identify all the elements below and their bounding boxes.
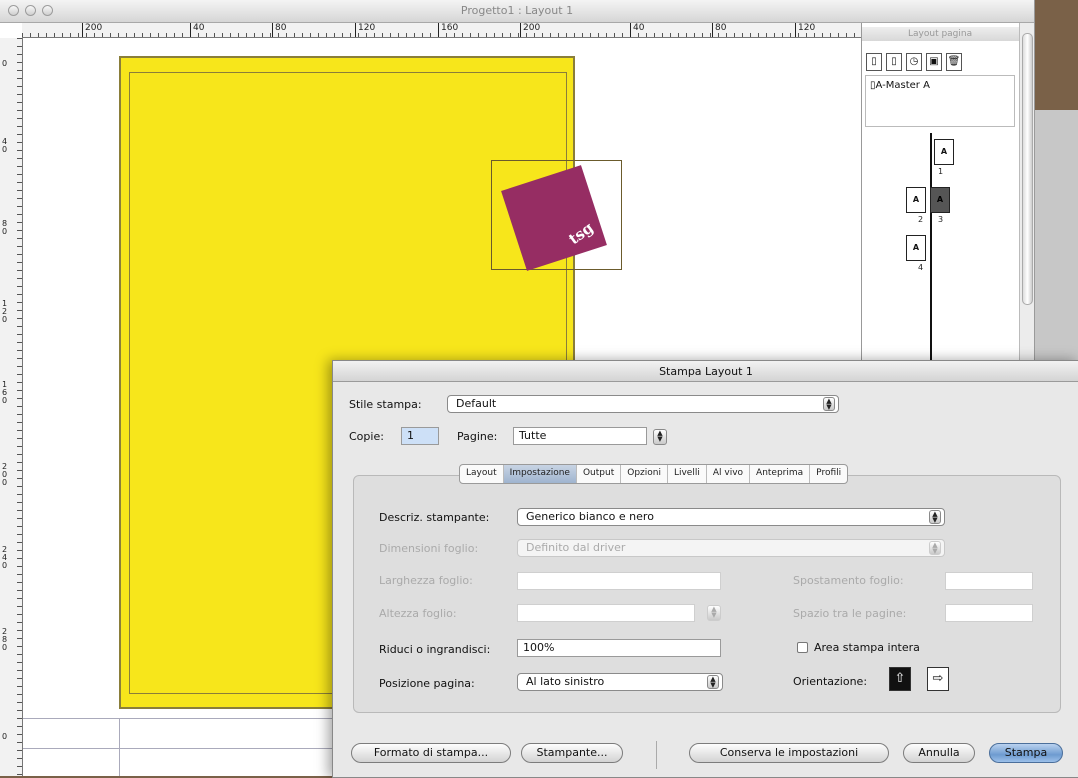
page-thumbnail[interactable]: A [906,187,926,213]
tab-al-vivo[interactable]: Al vivo [707,465,751,483]
ruler-label: 80 [272,23,286,37]
printer-description-label: Descriz. stampante: [379,511,490,524]
paper-size-label: Dimensioni foglio: [379,542,479,555]
ruler-label: 120 [795,23,815,37]
paper-height-field[interactable] [517,604,695,622]
palette-titlebar[interactable]: Layout pagina [862,27,1020,41]
paper-height-arrows-icon[interactable]: ▲ ▼ [707,605,721,621]
print-dialog: Stampa Layout 1 Stile stampa: Default ▲ ▼… [332,360,1078,778]
ruler-label: 160 [438,23,458,37]
ruler-label: 0 [2,732,8,741]
guide-line [119,718,120,776]
popup-arrows-icon: ▲ ▼ [929,541,941,555]
cancel-button[interactable]: Annulla [903,743,975,763]
ruler-label: 280 [2,627,8,652]
ruler-label: 200 [82,23,102,37]
logo-image: tsg [501,165,607,271]
orientation-label: Orientazione: [793,675,868,688]
page-thumbnail[interactable]: A [906,235,926,261]
tab-layout[interactable]: Layout [460,465,504,483]
page-number: 3 [938,215,944,224]
tab-impostazione[interactable]: Impostazione [503,465,577,483]
print-button[interactable]: Stampa [989,743,1063,763]
ruler-label: 240 [2,545,8,570]
window-titlebar[interactable]: Progetto1 : Layout 1 [0,0,1034,23]
save-settings-button[interactable]: Conserva le impostazioni [689,743,889,763]
popup-arrows-icon: ▲ ▼ [707,675,719,689]
page-thumbnail[interactable]: A [934,139,954,165]
master-pages-list: ▯A-Master A [865,75,1015,127]
layout-pages-palette: Layout pagina ▯ ▯ ◷ ▣ 🗑 ▯A-Master A A 1 A 2 … [861,23,1020,363]
pages-field[interactable]: Tutte [513,427,647,445]
landscape-orientation-icon[interactable]: ⇨ [927,667,949,691]
pages-spine [930,133,932,363]
dialog-titlebar[interactable]: Stampa Layout 1 [333,361,1078,382]
page-thumbnail-selected[interactable]: A [930,187,950,213]
ruler-label: 40 [630,23,644,37]
logo-text: tsg [565,218,597,249]
vertical-ruler[interactable]: 0 40 80 120 160 200 240 280 0 [0,38,23,776]
copies-field[interactable]: 1 [401,427,439,445]
ruler-label: 120 [355,23,375,37]
master-page-item[interactable]: ▯A-Master A [870,80,930,91]
full-print-area-label: Area stampa intera [814,641,920,654]
portrait-orientation-icon[interactable]: ⇧ [889,667,911,691]
ruler-label: 200 [2,462,8,487]
page-position-popup[interactable]: Al lato sinistro ▲ ▼ [517,673,723,691]
pages-popup-arrows-icon[interactable]: ▲ ▼ [653,429,667,445]
paper-height-label: Altezza foglio: [379,607,457,620]
page-number: 2 [918,215,924,224]
window-title: Progetto1 : Layout 1 [460,4,574,17]
paper-width-field[interactable] [517,572,721,590]
ruler-label: 80 [2,219,8,236]
button-separator [656,741,657,769]
copies-label: Copie: [349,430,384,443]
palette-title: Layout pagina [908,29,973,39]
ruler-label: 200 [520,23,540,37]
scale-label: Riduci o ingrandisci: [379,643,491,656]
tab-profili[interactable]: Profili [810,465,847,483]
page-gap-label: Spazio tra le pagine: [793,607,907,620]
ruler-label: 160 [2,380,8,405]
page-position-label: Posizione pagina: [379,677,475,690]
dialog-title: Stampa Layout 1 [659,365,753,378]
scrollbar-thumb[interactable] [1022,33,1033,305]
full-print-area-checkbox[interactable] [797,642,808,653]
ruler-label: 0 [2,59,8,68]
popup-arrows-icon: ▲ ▼ [823,397,835,411]
ruler-label: 80 [712,23,726,37]
paper-width-label: Larghezza foglio: [379,574,473,587]
trash-icon[interactable]: 🗑 [946,53,962,71]
print-style-label: Stile stampa: [349,398,422,411]
horizontal-ruler[interactable]: 200 40 80 120 160 200 40 80 120 [22,23,862,38]
print-style-popup[interactable]: Default ▲ ▼ [447,395,839,413]
tab-livelli[interactable]: Livelli [668,465,707,483]
ruler-label: 40 [190,23,204,37]
paper-size-popup[interactable]: Definito dal driver ▲ ▼ [517,539,945,557]
single-page-icon[interactable]: ▯ [866,53,882,71]
facing-pages-icon[interactable]: ▯ [886,53,902,71]
palette-toolbar: ▯ ▯ ◷ ▣ 🗑 [866,53,966,71]
scale-field[interactable]: 100% [517,639,721,657]
page-number: 4 [918,263,924,272]
page-number: 1 [938,167,944,176]
tab-opzioni[interactable]: Opzioni [621,465,668,483]
tab-anteprima[interactable]: Anteprima [750,465,811,483]
print-tabs: Layout Impostazione Output Opzioni Livel… [459,464,849,484]
paper-offset-field[interactable] [945,572,1033,590]
logo-picture-box[interactable]: tsg [491,160,622,271]
pages-label: Pagine: [457,430,498,443]
palette-scrollbar[interactable] [1019,23,1034,363]
popup-arrows-icon: ▲ ▼ [929,510,941,524]
paper-offset-label: Spostamento foglio: [793,574,904,587]
ruler-label: 40 [2,137,8,154]
tab-output[interactable]: Output [577,465,622,483]
page-setup-button[interactable]: Formato di stampa... [351,743,511,763]
master-page-icon[interactable]: ▣ [926,53,942,71]
printer-description-popup[interactable]: Generico bianco e nero ▲ ▼ [517,508,945,526]
duplicate-icon[interactable]: ◷ [906,53,922,71]
page-gap-field[interactable] [945,604,1033,622]
ruler-label: 120 [2,299,8,324]
printer-button[interactable]: Stampante... [521,743,623,763]
